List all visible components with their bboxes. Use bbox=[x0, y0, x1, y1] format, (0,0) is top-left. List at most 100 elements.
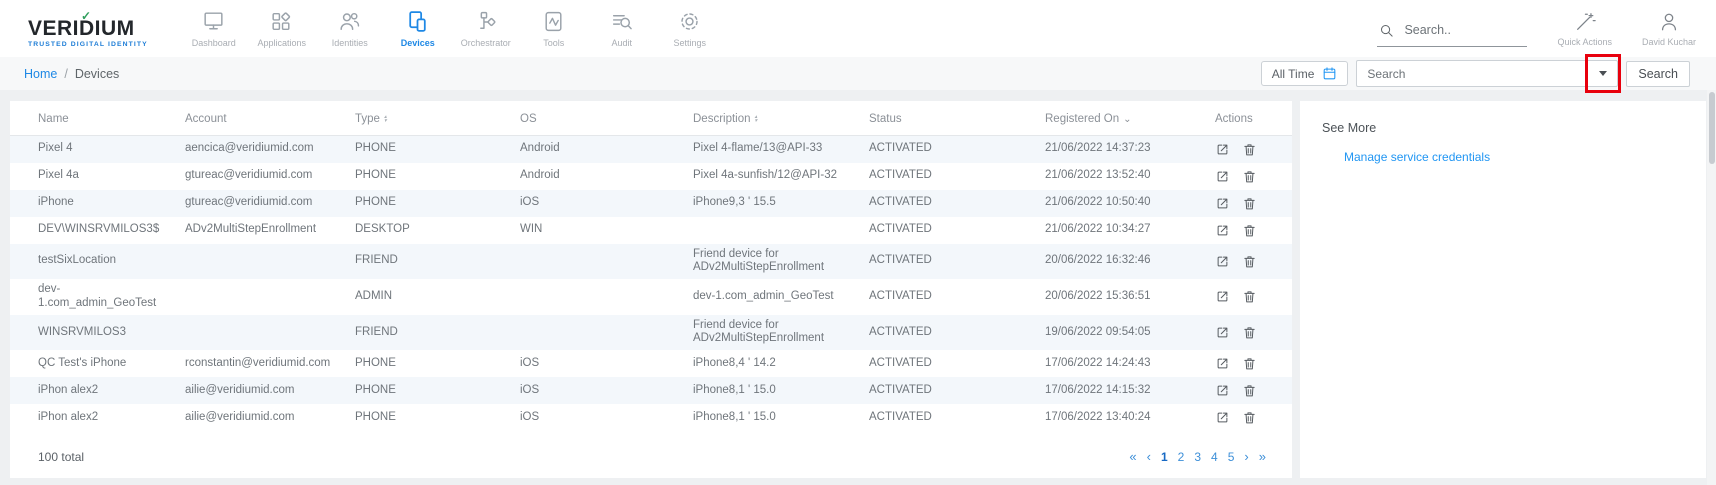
cell-status: ACTIVATED bbox=[861, 279, 1037, 315]
table-row[interactable]: testSixLocation FRIEND Friend device for… bbox=[10, 244, 1292, 280]
search-button[interactable]: Search bbox=[1626, 61, 1690, 87]
delete-device-button[interactable] bbox=[1242, 410, 1257, 425]
user-menu[interactable]: David Kuchar bbox=[1642, 11, 1696, 47]
open-device-button[interactable] bbox=[1215, 169, 1230, 184]
open-device-button[interactable] bbox=[1215, 223, 1230, 238]
cell-description: iPhone8,4 ' 14.2 bbox=[685, 350, 861, 377]
user-name: David Kuchar bbox=[1642, 37, 1696, 47]
open-device-button[interactable] bbox=[1215, 254, 1230, 269]
open-device-button[interactable] bbox=[1215, 196, 1230, 211]
device-search-input[interactable] bbox=[1357, 67, 1589, 81]
search-icon[interactable] bbox=[1379, 23, 1394, 38]
sort-icon: ▴▾ bbox=[755, 115, 758, 123]
next-page-button[interactable]: › bbox=[1244, 449, 1248, 464]
delete-device-button[interactable] bbox=[1242, 223, 1257, 238]
table-row[interactable]: iPhon alex2 ailie@veridiumid.com PHONE i… bbox=[10, 404, 1292, 431]
nav-label: Tools bbox=[543, 38, 564, 48]
trash-icon bbox=[1242, 196, 1257, 211]
trash-icon bbox=[1242, 383, 1257, 398]
cell-status: ACTIVATED bbox=[861, 163, 1037, 190]
page-5-button[interactable]: 5 bbox=[1228, 450, 1235, 464]
table-row[interactable]: Pixel 4a gtureac@veridiumid.com PHONE An… bbox=[10, 163, 1292, 190]
open-device-button[interactable] bbox=[1215, 289, 1230, 304]
total-count: 100 total bbox=[38, 450, 84, 464]
open-device-button[interactable] bbox=[1215, 383, 1230, 398]
table-row[interactable]: DEV\WINSRVMILOS3$ ADv2MultiStepEnrollmen… bbox=[10, 217, 1292, 244]
cell-type: PHONE bbox=[347, 190, 512, 217]
table-row[interactable]: WINSRVMILOS3 FRIEND Friend device for AD… bbox=[10, 315, 1292, 351]
nav-item-orchestrator[interactable]: Orchestrator bbox=[452, 0, 520, 57]
col-header-registered-on[interactable]: Registered On⌄ bbox=[1037, 101, 1207, 136]
delete-device-button[interactable] bbox=[1242, 254, 1257, 269]
table-row[interactable]: iPhone gtureac@veridiumid.com PHONE iOS … bbox=[10, 190, 1292, 217]
open-device-button[interactable] bbox=[1215, 325, 1230, 340]
nav-item-devices[interactable]: Devices bbox=[384, 0, 452, 57]
cell-name: WINSRVMILOS3 bbox=[10, 315, 177, 351]
cell-status: ACTIVATED bbox=[861, 136, 1037, 163]
delete-device-button[interactable] bbox=[1242, 325, 1257, 340]
delete-device-button[interactable] bbox=[1242, 289, 1257, 304]
nav-item-settings[interactable]: Settings bbox=[656, 0, 724, 57]
nav-item-applications[interactable]: Applications bbox=[248, 0, 316, 57]
scrollbar-thumb[interactable] bbox=[1709, 92, 1715, 164]
settings-icon bbox=[677, 9, 702, 34]
pagination: « ‹ 12345 › » bbox=[1129, 449, 1266, 464]
devices-icon bbox=[405, 9, 430, 34]
audit-icon bbox=[609, 9, 634, 34]
col-header-description[interactable]: Description▴▾ bbox=[685, 101, 861, 136]
cell-registered-on: 17/06/2022 14:24:43 bbox=[1037, 350, 1207, 377]
breadcrumb-home-link[interactable]: Home bbox=[24, 67, 57, 81]
open-device-button[interactable] bbox=[1215, 356, 1230, 371]
nav-item-audit[interactable]: Audit bbox=[588, 0, 656, 57]
table-header-row: Name Account Type▴▾ OS Description▴▾ Sta… bbox=[10, 101, 1292, 136]
col-header-os: OS bbox=[512, 101, 685, 136]
manage-service-credentials-link[interactable]: Manage service credentials bbox=[1344, 150, 1706, 164]
first-page-button[interactable]: « bbox=[1129, 449, 1136, 464]
col-header-type[interactable]: Type▴▾ bbox=[347, 101, 512, 136]
scrollbar[interactable] bbox=[1707, 90, 1716, 485]
page-numbers: 12345 bbox=[1161, 450, 1234, 464]
page-4-button[interactable]: 4 bbox=[1211, 450, 1218, 464]
page-1-button[interactable]: 1 bbox=[1161, 450, 1168, 464]
table-row[interactable]: Pixel 4 aencica@veridiumid.com PHONE And… bbox=[10, 136, 1292, 163]
quick-actions-button[interactable]: Quick Actions bbox=[1557, 11, 1612, 47]
cell-actions bbox=[1207, 279, 1292, 315]
cell-account: rconstantin@veridiumid.com bbox=[177, 350, 347, 377]
nav-item-tools[interactable]: Tools bbox=[520, 0, 588, 57]
time-range-button[interactable]: All Time bbox=[1261, 61, 1349, 86]
table-row[interactable]: dev-1.com_admin_GeoTest ADMIN dev-1.com_… bbox=[10, 279, 1292, 315]
delete-device-button[interactable] bbox=[1242, 356, 1257, 371]
search-options-dropdown[interactable] bbox=[1589, 61, 1617, 86]
open-device-button[interactable] bbox=[1215, 410, 1230, 425]
table-row[interactable]: QC Test's iPhone rconstantin@veridiumid.… bbox=[10, 350, 1292, 377]
delete-device-button[interactable] bbox=[1242, 169, 1257, 184]
cell-status: ACTIVATED bbox=[861, 377, 1037, 404]
cell-account: ADv2MultiStepEnrollment bbox=[177, 217, 347, 244]
open-external-icon bbox=[1215, 410, 1230, 425]
cell-type: DESKTOP bbox=[347, 217, 512, 244]
global-search[interactable] bbox=[1377, 21, 1527, 47]
delete-device-button[interactable] bbox=[1242, 142, 1257, 157]
delete-device-button[interactable] bbox=[1242, 196, 1257, 211]
page-3-button[interactable]: 3 bbox=[1194, 450, 1201, 464]
global-search-input[interactable] bbox=[1404, 23, 1504, 37]
devices-table: Name Account Type▴▾ OS Description▴▾ Sta… bbox=[10, 101, 1292, 431]
nav-item-dashboard[interactable]: Dashboard bbox=[180, 0, 248, 57]
trash-icon bbox=[1242, 169, 1257, 184]
cell-description: Friend device for ADv2MultiStepEnrollmen… bbox=[685, 244, 861, 280]
cell-name: dev-1.com_admin_GeoTest bbox=[10, 279, 177, 315]
cell-name: DEV\WINSRVMILOS3$ bbox=[10, 217, 177, 244]
open-device-button[interactable] bbox=[1215, 142, 1230, 157]
table-row[interactable]: iPhon alex2 ailie@veridiumid.com PHONE i… bbox=[10, 377, 1292, 404]
prev-page-button[interactable]: ‹ bbox=[1147, 449, 1151, 464]
nav-item-identities[interactable]: Identities bbox=[316, 0, 384, 57]
page-2-button[interactable]: 2 bbox=[1178, 450, 1185, 464]
last-page-button[interactable]: » bbox=[1259, 449, 1266, 464]
open-external-icon bbox=[1215, 142, 1230, 157]
cell-os: iOS bbox=[512, 404, 685, 431]
cell-os: iOS bbox=[512, 350, 685, 377]
cell-status: ACTIVATED bbox=[861, 190, 1037, 217]
cell-registered-on: 21/06/2022 10:34:27 bbox=[1037, 217, 1207, 244]
delete-device-button[interactable] bbox=[1242, 383, 1257, 398]
cell-name: Pixel 4 bbox=[10, 136, 177, 163]
